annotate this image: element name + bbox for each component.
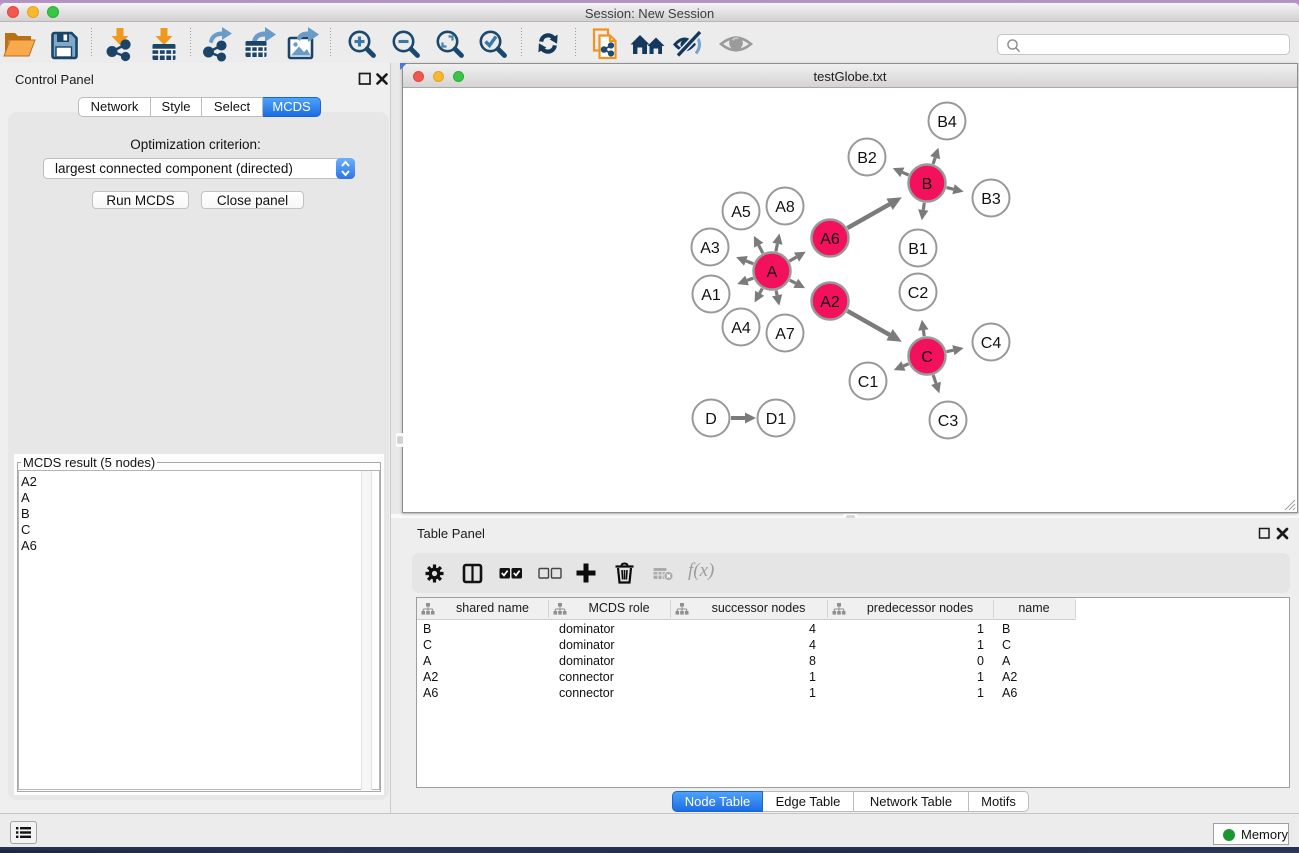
svg-text:B1: B1 bbox=[908, 241, 928, 258]
svg-text:B4: B4 bbox=[937, 114, 957, 131]
svg-text:D: D bbox=[705, 411, 717, 428]
svg-text:C2: C2 bbox=[908, 285, 929, 302]
svg-text:B2: B2 bbox=[857, 150, 877, 167]
svg-text:B: B bbox=[922, 176, 933, 193]
svg-text:C: C bbox=[921, 349, 933, 366]
svg-text:A1: A1 bbox=[701, 287, 721, 304]
svg-text:A4: A4 bbox=[731, 320, 751, 337]
svg-text:D1: D1 bbox=[766, 411, 787, 428]
svg-text:A8: A8 bbox=[775, 199, 795, 216]
svg-text:C4: C4 bbox=[981, 335, 1002, 352]
svg-text:C1: C1 bbox=[858, 374, 879, 391]
svg-text:A6: A6 bbox=[820, 231, 840, 248]
svg-text:B3: B3 bbox=[981, 191, 1001, 208]
svg-text:A7: A7 bbox=[775, 326, 795, 343]
svg-text:C3: C3 bbox=[938, 413, 959, 430]
svg-text:A2: A2 bbox=[820, 294, 840, 311]
svg-text:A5: A5 bbox=[731, 204, 751, 221]
svg-text:A: A bbox=[767, 264, 778, 281]
svg-text:A3: A3 bbox=[700, 240, 720, 257]
